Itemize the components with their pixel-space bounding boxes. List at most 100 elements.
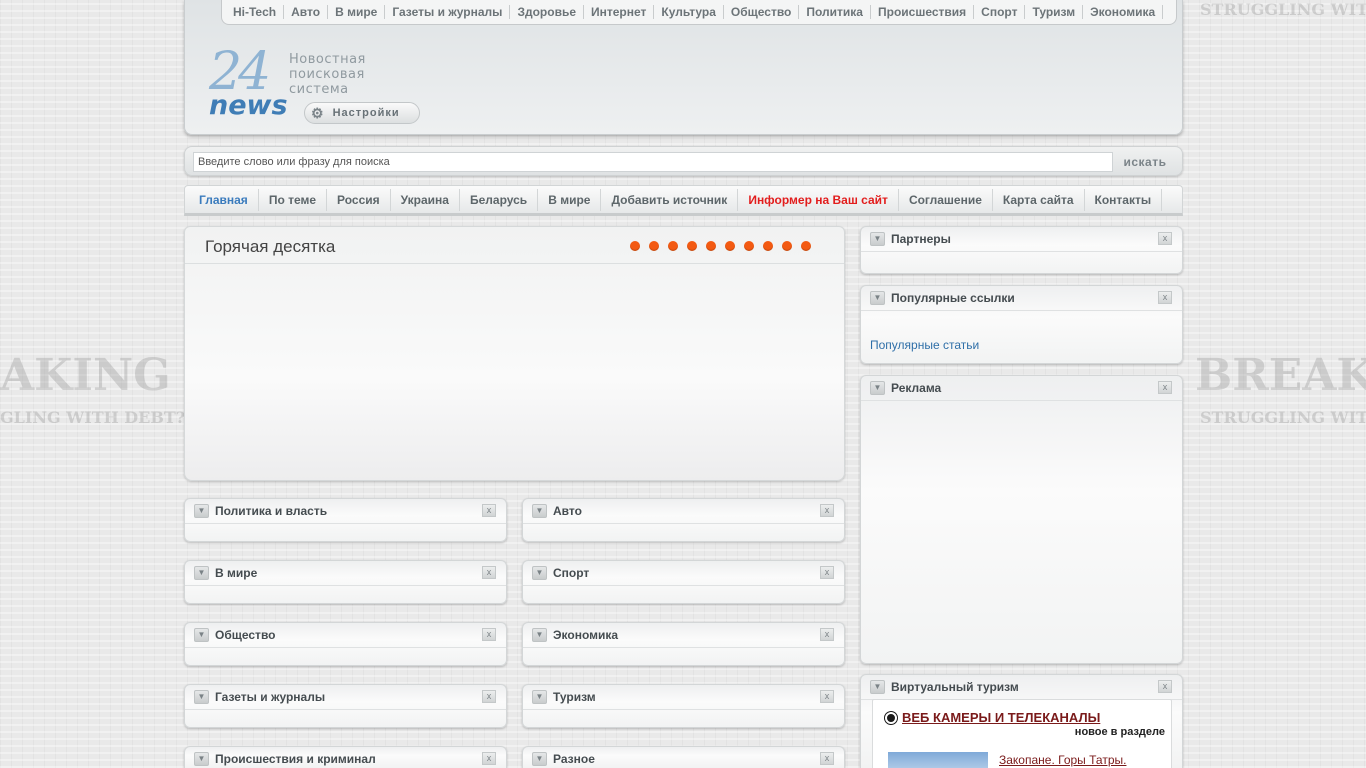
- top-category-tourism[interactable]: Туризм: [1025, 5, 1084, 19]
- settings-label: Настройки: [332, 107, 400, 119]
- box-title: В мире: [215, 566, 258, 580]
- top-category-auto[interactable]: Авто: [284, 5, 329, 19]
- pager-dot[interactable]: [763, 241, 773, 251]
- main-nav: Главная По теме Россия Украина Беларусь …: [184, 185, 1183, 216]
- top-category-society[interactable]: Общество: [724, 5, 800, 19]
- box-header: ▼ Разное x: [523, 747, 844, 768]
- site-logo[interactable]: 24 news: [207, 46, 297, 124]
- box-title: Газеты и журналы: [215, 690, 326, 704]
- collapse-icon[interactable]: ▼: [870, 381, 885, 395]
- box-header: ▼ Политика и власть x: [185, 499, 506, 524]
- top-category-health[interactable]: Здоровье: [510, 5, 584, 19]
- pager-dot[interactable]: [649, 241, 659, 251]
- collapse-icon[interactable]: ▼: [194, 504, 209, 518]
- tagline-line: система: [289, 82, 349, 97]
- pager-dot[interactable]: [744, 241, 754, 251]
- collapse-icon[interactable]: ▼: [532, 504, 547, 518]
- tagline-line: Новостная: [289, 52, 366, 67]
- close-icon[interactable]: x: [820, 504, 834, 517]
- webcam-icon: [885, 711, 897, 724]
- top-category-culture[interactable]: Культура: [654, 5, 724, 19]
- box-title: Реклама: [891, 381, 942, 395]
- nav-by-topic[interactable]: По теме: [259, 188, 328, 211]
- box-header: ▼ Туризм x: [523, 685, 844, 710]
- hot-ten-title: Горячая десятка: [205, 237, 336, 256]
- box-header: ▼ Общество x: [185, 623, 506, 648]
- background-text: BREAKING: [1195, 350, 1366, 401]
- site-tagline: Новостная поисковая система: [289, 52, 399, 97]
- featured-thumbnail[interactable]: [888, 752, 988, 768]
- pager-dot[interactable]: [630, 241, 640, 251]
- background-text: GLING WITH DEBT?: [0, 408, 186, 427]
- box-title: Виртуальный туризм: [891, 680, 1019, 694]
- nav-sitemap[interactable]: Карта сайта: [993, 188, 1085, 211]
- box-header: ▼ Популярные ссылки x: [861, 286, 1182, 311]
- close-icon[interactable]: x: [1158, 291, 1172, 304]
- site-header: Hi-Tech Авто В мире Газеты и журналы Здо…: [184, 0, 1183, 135]
- hot-ten-pager: [630, 241, 811, 251]
- category-box-auto: ▼ Авто x: [522, 498, 845, 542]
- close-icon[interactable]: x: [482, 752, 496, 765]
- collapse-icon[interactable]: ▼: [532, 690, 547, 704]
- close-icon[interactable]: x: [1158, 381, 1172, 394]
- pager-dot[interactable]: [782, 241, 792, 251]
- nav-informer[interactable]: Информер на Ваш сайт: [738, 188, 899, 211]
- close-icon[interactable]: x: [482, 504, 496, 517]
- close-icon[interactable]: x: [820, 566, 834, 579]
- box-header: ▼ Экономика x: [523, 623, 844, 648]
- close-icon[interactable]: x: [820, 752, 834, 765]
- background-text: STRUGGLING WITH: [1200, 408, 1366, 427]
- pager-dot[interactable]: [801, 241, 811, 251]
- search-button[interactable]: искать: [1115, 151, 1175, 173]
- category-box-tourism: ▼ Туризм x: [522, 684, 845, 728]
- tagline-line: поисковая: [289, 67, 365, 82]
- collapse-icon[interactable]: ▼: [870, 680, 885, 694]
- nav-russia[interactable]: Россия: [327, 188, 391, 211]
- close-icon[interactable]: x: [482, 566, 496, 579]
- top-category-hitech[interactable]: Hi-Tech: [226, 5, 285, 19]
- collapse-icon[interactable]: ▼: [532, 628, 547, 642]
- nav-world[interactable]: В мире: [538, 188, 602, 211]
- nav-belarus[interactable]: Беларусь: [460, 188, 539, 211]
- pager-dot[interactable]: [687, 241, 697, 251]
- nav-ukraine[interactable]: Украина: [391, 188, 460, 211]
- collapse-icon[interactable]: ▼: [194, 690, 209, 704]
- collapse-icon[interactable]: ▼: [870, 232, 885, 246]
- close-icon[interactable]: x: [820, 628, 834, 641]
- nav-contacts[interactable]: Контакты: [1085, 188, 1163, 211]
- top-category-economy[interactable]: Экономика: [1083, 5, 1164, 19]
- pager-dot[interactable]: [668, 241, 678, 251]
- pager-dot[interactable]: [706, 241, 716, 251]
- top-category-politics[interactable]: Политика: [799, 5, 871, 19]
- close-icon[interactable]: x: [820, 690, 834, 703]
- collapse-icon[interactable]: ▼: [532, 752, 547, 766]
- featured-webcam-link[interactable]: Закопане. Горы Татры.: [999, 753, 1126, 767]
- box-title: Общество: [215, 628, 276, 642]
- collapse-icon[interactable]: ▼: [532, 566, 547, 580]
- top-category-press[interactable]: Газеты и журналы: [385, 5, 511, 19]
- close-icon[interactable]: x: [1158, 680, 1172, 693]
- top-category-world[interactable]: В мире: [328, 5, 386, 19]
- search-input[interactable]: [193, 152, 1113, 172]
- nav-agreement[interactable]: Соглашение: [899, 188, 993, 211]
- top-category-sport[interactable]: Спорт: [974, 5, 1026, 19]
- box-header: ▼ Виртуальный туризм x: [861, 675, 1182, 700]
- category-box-press: ▼ Газеты и журналы x: [184, 684, 507, 728]
- popular-articles-link[interactable]: Популярные статьи: [870, 338, 979, 352]
- divider: [185, 263, 844, 264]
- close-icon[interactable]: x: [1158, 232, 1172, 245]
- box-title: Популярные ссылки: [891, 291, 1015, 305]
- collapse-icon[interactable]: ▼: [194, 566, 209, 580]
- top-category-incidents[interactable]: Происшествия: [871, 5, 975, 19]
- top-category-internet[interactable]: Интернет: [584, 5, 655, 19]
- nav-home[interactable]: Главная: [189, 188, 259, 211]
- settings-button[interactable]: ⚙ Настройки: [304, 102, 420, 124]
- close-icon[interactable]: x: [482, 690, 496, 703]
- collapse-icon[interactable]: ▼: [194, 752, 209, 766]
- pager-dot[interactable]: [725, 241, 735, 251]
- webcams-link[interactable]: ВЕБ КАМЕРЫ И ТЕЛЕКАНАЛЫ: [885, 710, 1100, 725]
- close-icon[interactable]: x: [482, 628, 496, 641]
- nav-add-source[interactable]: Добавить источник: [601, 188, 739, 211]
- collapse-icon[interactable]: ▼: [870, 291, 885, 305]
- collapse-icon[interactable]: ▼: [194, 628, 209, 642]
